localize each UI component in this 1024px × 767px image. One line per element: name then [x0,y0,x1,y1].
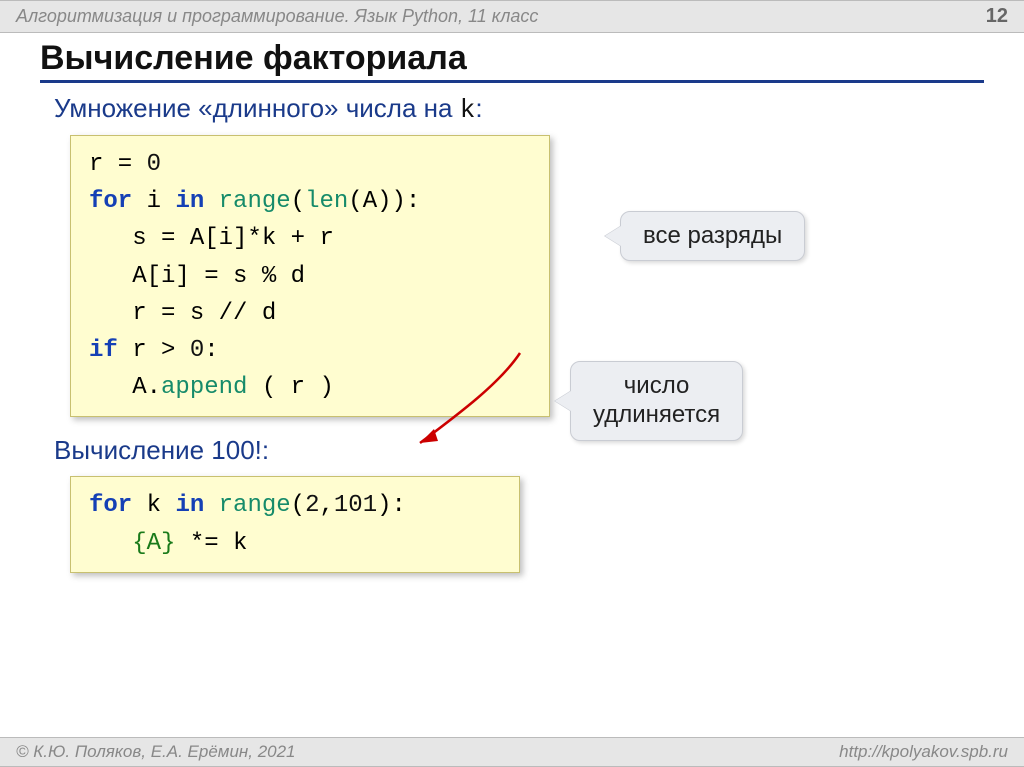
callout-all-digits: все разряды [620,211,805,261]
code-token: {A} [132,530,175,557]
code-token: 0 [147,151,161,178]
code-line: r = s // d [89,300,276,327]
code-token: ): [377,492,406,519]
code-token: if [89,337,118,364]
code-token: i [132,188,175,215]
code-token: : [204,337,218,364]
slide-title: Вычисление факториала [40,39,984,83]
code-token: in [175,492,204,519]
code-token: , [319,492,333,519]
code-token [204,492,218,519]
code-token: k [132,492,175,519]
code-token [89,530,132,557]
code-token: len [305,188,348,215]
callout-line2: удлиняется [593,401,720,428]
code-token: 2 [305,492,319,519]
footer-bar: © К.Ю. Поляков, Е.А. Ерёмин, 2021 http:/… [0,737,1024,767]
code-token: range [219,188,291,215]
code-line: s = A[i]*k + r [89,225,334,252]
code-token: 101 [334,492,377,519]
code-token: r > [118,337,190,364]
code-token: for [89,492,132,519]
slide-content: Вычисление факториала Умножение «длинног… [0,33,1024,573]
code-token: (A)): [348,188,420,215]
code-token: 0 [190,337,204,364]
callout-text: все разряды [643,222,782,249]
section1-suffix: : [475,93,482,123]
section1-heading: Умножение «длинного» числа на k: [54,93,984,125]
code-line: A[i] = s % d [89,263,305,290]
code-token: ( r ) [247,374,333,401]
code-token: r [89,151,103,178]
code-token: *= k [175,530,247,557]
code-block-1: r = 0 for i in range(len(A)): s = A[i]*k… [70,135,550,417]
code-token: append [161,374,247,401]
code-block-2: for k in range(2,101): {A} *= k [70,476,520,572]
code-token [204,188,218,215]
section2-heading: Вычисление 100!: [54,435,984,466]
code-token: range [219,492,291,519]
code-token: = [103,151,146,178]
code-token: ( [291,492,305,519]
course-title: Алгоритмизация и программирование. Язык … [16,6,538,27]
page-number: 12 [986,5,1008,28]
header-bar: Алгоритмизация и программирование. Язык … [0,0,1024,33]
footer-authors: © К.Ю. Поляков, Е.А. Ерёмин, 2021 [16,742,296,762]
code-token: ( [291,188,305,215]
code-token: in [175,188,204,215]
callout-line1: число [624,372,690,399]
footer-url: http://kpolyakov.spb.ru [839,742,1008,762]
callout-number-grows: число удлиняется [570,361,743,441]
section1-var: k [460,95,476,125]
code-token: for [89,188,132,215]
code-token: A. [89,374,161,401]
section1-prefix: Умножение «длинного» числа на [54,93,460,123]
